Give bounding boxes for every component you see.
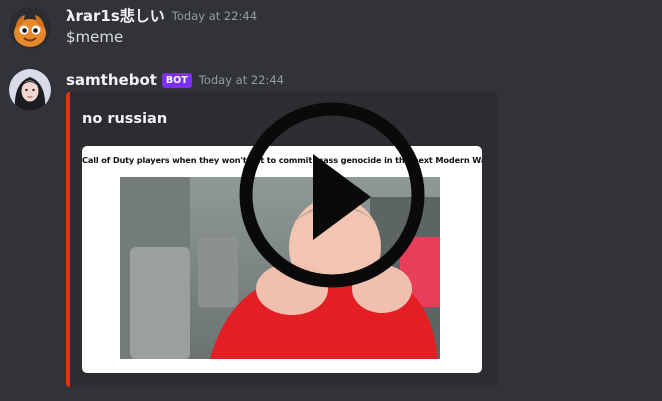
message-timestamp: Today at 22:44: [198, 73, 285, 87]
user-avatar[interactable]: [9, 69, 51, 111]
play-button[interactable]: [233, 97, 433, 297]
message-header: λrar1s悲しい Today at 22:44: [66, 6, 257, 26]
message-item: λrar1s悲しい Today at 22:44 $meme: [0, 0, 662, 60]
username[interactable]: samthebot: [66, 70, 157, 90]
username[interactable]: λrar1s悲しい: [66, 6, 165, 26]
play-button-icon: [239, 102, 425, 288]
message-timestamp: Today at 22:44: [171, 9, 258, 23]
cartoon-avatar-icon: [9, 7, 51, 49]
chat-frame: λrar1s悲しい Today at 22:44 $meme samthebot…: [0, 0, 662, 401]
embed-title[interactable]: no russian: [82, 110, 167, 128]
user-avatar[interactable]: [9, 7, 51, 49]
message-content: $meme: [66, 28, 124, 46]
profile-avatar-icon: [9, 69, 51, 111]
message-header: samthebot BOT Today at 22:44: [66, 70, 284, 90]
bot-badge: BOT: [161, 72, 192, 88]
embed-accent-bar: [66, 92, 70, 387]
